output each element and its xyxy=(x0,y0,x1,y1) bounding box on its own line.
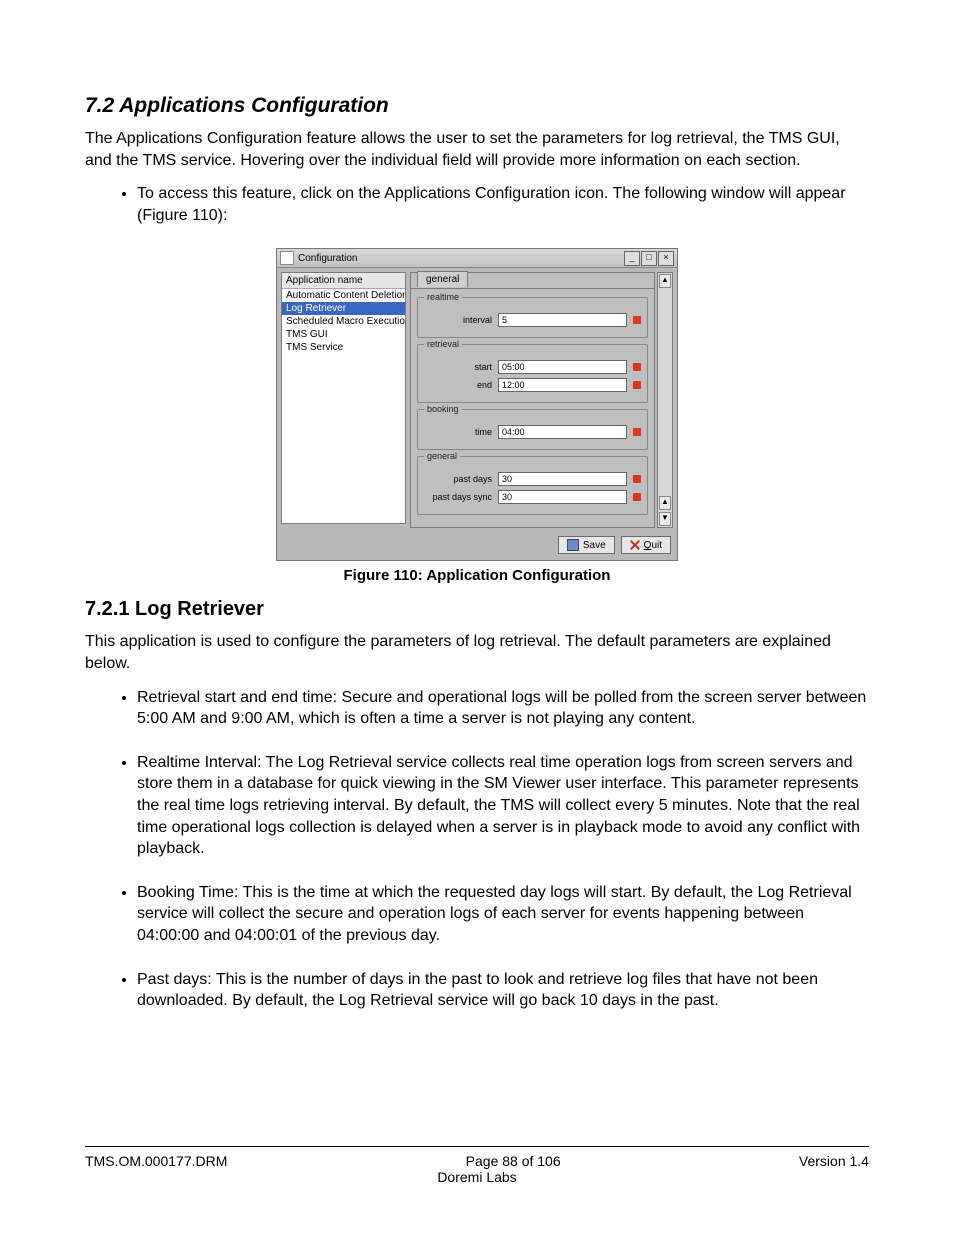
window-title: Configuration xyxy=(298,253,623,264)
group-general: general past days past days sync xyxy=(417,456,648,515)
footer-version: Version 1.4 xyxy=(799,1153,869,1169)
page-footer: TMS.OM.000177.DRM Page 88 of 106 Version… xyxy=(85,1146,869,1185)
group-booking: booking time xyxy=(417,409,648,450)
bullet-past-days: Past days: This is the number of days in… xyxy=(137,969,869,1012)
modified-flag-icon xyxy=(633,493,641,501)
scroll-up-small-icon[interactable]: ▲ xyxy=(659,496,671,510)
field-label: interval xyxy=(424,315,498,325)
list-item[interactable]: Log Retriever xyxy=(282,302,405,315)
tab-general[interactable]: general xyxy=(417,271,468,287)
modified-flag-icon xyxy=(633,475,641,483)
time-field[interactable] xyxy=(498,425,627,439)
past-days-sync-field[interactable] xyxy=(498,490,627,504)
modified-flag-icon xyxy=(633,428,641,436)
field-label: start xyxy=(424,362,498,372)
close-icon xyxy=(630,540,640,550)
close-button[interactable]: × xyxy=(658,251,674,266)
group-retrieval: retrieval start end xyxy=(417,344,648,403)
modified-flag-icon xyxy=(633,363,641,371)
quit-button-label: Quit xyxy=(644,540,662,551)
intro-bullet: To access this feature, click on the App… xyxy=(137,183,869,226)
list-item[interactable]: Scheduled Macro Execution xyxy=(282,315,405,328)
group-legend: general xyxy=(424,451,460,461)
save-icon xyxy=(567,539,579,551)
interval-field[interactable] xyxy=(498,313,627,327)
figure-caption: Figure 110: Application Configuration xyxy=(85,567,869,584)
footer-doc-id: TMS.OM.000177.DRM xyxy=(85,1153,227,1169)
field-label: past days xyxy=(424,474,498,484)
intro-paragraph: The Applications Configuration feature a… xyxy=(85,128,869,171)
group-realtime: realtime interval xyxy=(417,297,648,338)
end-field[interactable] xyxy=(498,378,627,392)
field-label: time xyxy=(424,427,498,437)
application-list[interactable]: Application name Automatic Content Delet… xyxy=(281,272,406,524)
scroll-track[interactable] xyxy=(658,289,672,495)
scrollbar[interactable]: ▲ ▲ ▼ xyxy=(657,272,673,528)
bullet-booking-time: Booking Time: This is the time at which … xyxy=(137,882,869,947)
configuration-window: Configuration _ □ × Application name Aut… xyxy=(276,248,678,561)
bullet-realtime-interval: Realtime Interval: The Log Retrieval ser… xyxy=(137,752,869,860)
modified-flag-icon xyxy=(633,381,641,389)
list-item[interactable]: Automatic Content Deletion xyxy=(282,289,405,302)
quit-button[interactable]: Quit xyxy=(621,536,671,554)
list-item[interactable]: TMS Service xyxy=(282,341,405,354)
scroll-down-icon[interactable]: ▼ xyxy=(659,512,671,526)
modified-flag-icon xyxy=(633,316,641,324)
field-label: past days sync xyxy=(424,492,498,502)
group-legend: booking xyxy=(424,404,462,414)
group-legend: realtime xyxy=(424,292,462,302)
window-icon xyxy=(280,251,294,265)
scroll-up-icon[interactable]: ▲ xyxy=(659,274,671,288)
group-legend: retrieval xyxy=(424,339,462,349)
footer-company: Doremi Labs xyxy=(85,1169,869,1185)
application-list-header: Application name xyxy=(282,273,405,289)
start-field[interactable] xyxy=(498,360,627,374)
heading-7-2: 7.2 Applications Configuration xyxy=(85,94,869,118)
minimize-button[interactable]: _ xyxy=(624,251,640,266)
footer-page-number: Page 88 of 106 xyxy=(466,1153,561,1169)
titlebar[interactable]: Configuration _ □ × xyxy=(277,249,677,268)
bullet-retrieval-time: Retrieval start and end time: Secure and… xyxy=(137,687,869,730)
save-button[interactable]: Save xyxy=(558,536,615,554)
log-retriever-intro: This application is used to configure th… xyxy=(85,631,869,674)
maximize-button[interactable]: □ xyxy=(641,251,657,266)
field-label: end xyxy=(424,380,498,390)
past-days-field[interactable] xyxy=(498,472,627,486)
heading-7-2-1: 7.2.1 Log Retriever xyxy=(85,598,869,621)
save-button-label: Save xyxy=(583,540,606,551)
list-item[interactable]: TMS GUI xyxy=(282,328,405,341)
